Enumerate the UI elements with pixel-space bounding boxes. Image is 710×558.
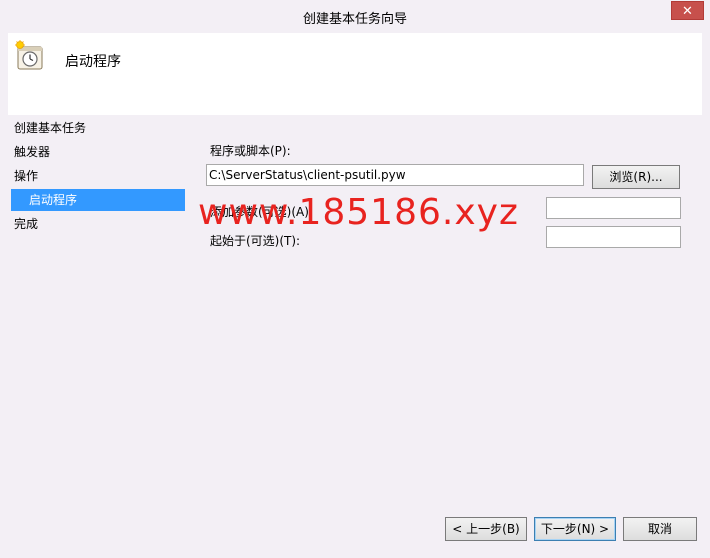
close-icon: ✕ [682, 4, 693, 19]
next-button[interactable]: 下一步(N) > [534, 517, 616, 541]
arguments-input[interactable] [546, 197, 681, 219]
program-input[interactable]: C:\ServerStatus\client-psutil.pyw [206, 164, 584, 186]
window-title: 创建基本任务向导 [302, 12, 407, 27]
program-label: 程序或脚本(P): [210, 144, 291, 158]
watermark-text: www.185186.xyz [198, 192, 519, 233]
title-bar: 创建基本任务向导 ✕ [0, 0, 710, 33]
step-trigger[interactable]: 触发器 [14, 142, 50, 162]
step-start-program[interactable]: 启动程序 [11, 189, 185, 211]
start-in-input[interactable] [546, 226, 681, 248]
wizard-body: 启动程序 创建基本任务 触发器 操作 启动程序 完成 程序或脚本(P): C:\… [8, 33, 702, 550]
step-action[interactable]: 操作 [14, 166, 38, 186]
page-title: 启动程序 [65, 54, 121, 70]
back-button[interactable]: < 上一步(B) [445, 517, 527, 541]
cancel-button[interactable]: 取消 [623, 517, 697, 541]
step-create-basic-task[interactable]: 创建基本任务 [14, 118, 86, 138]
start-in-label: 起始于(可选)(T): [210, 234, 301, 248]
close-button[interactable]: ✕ [671, 1, 704, 20]
wizard-header: 启动程序 [8, 33, 702, 115]
step-finish[interactable]: 完成 [14, 214, 38, 234]
browse-button[interactable]: 浏览(R)... [592, 165, 680, 189]
task-clock-icon [15, 40, 43, 70]
